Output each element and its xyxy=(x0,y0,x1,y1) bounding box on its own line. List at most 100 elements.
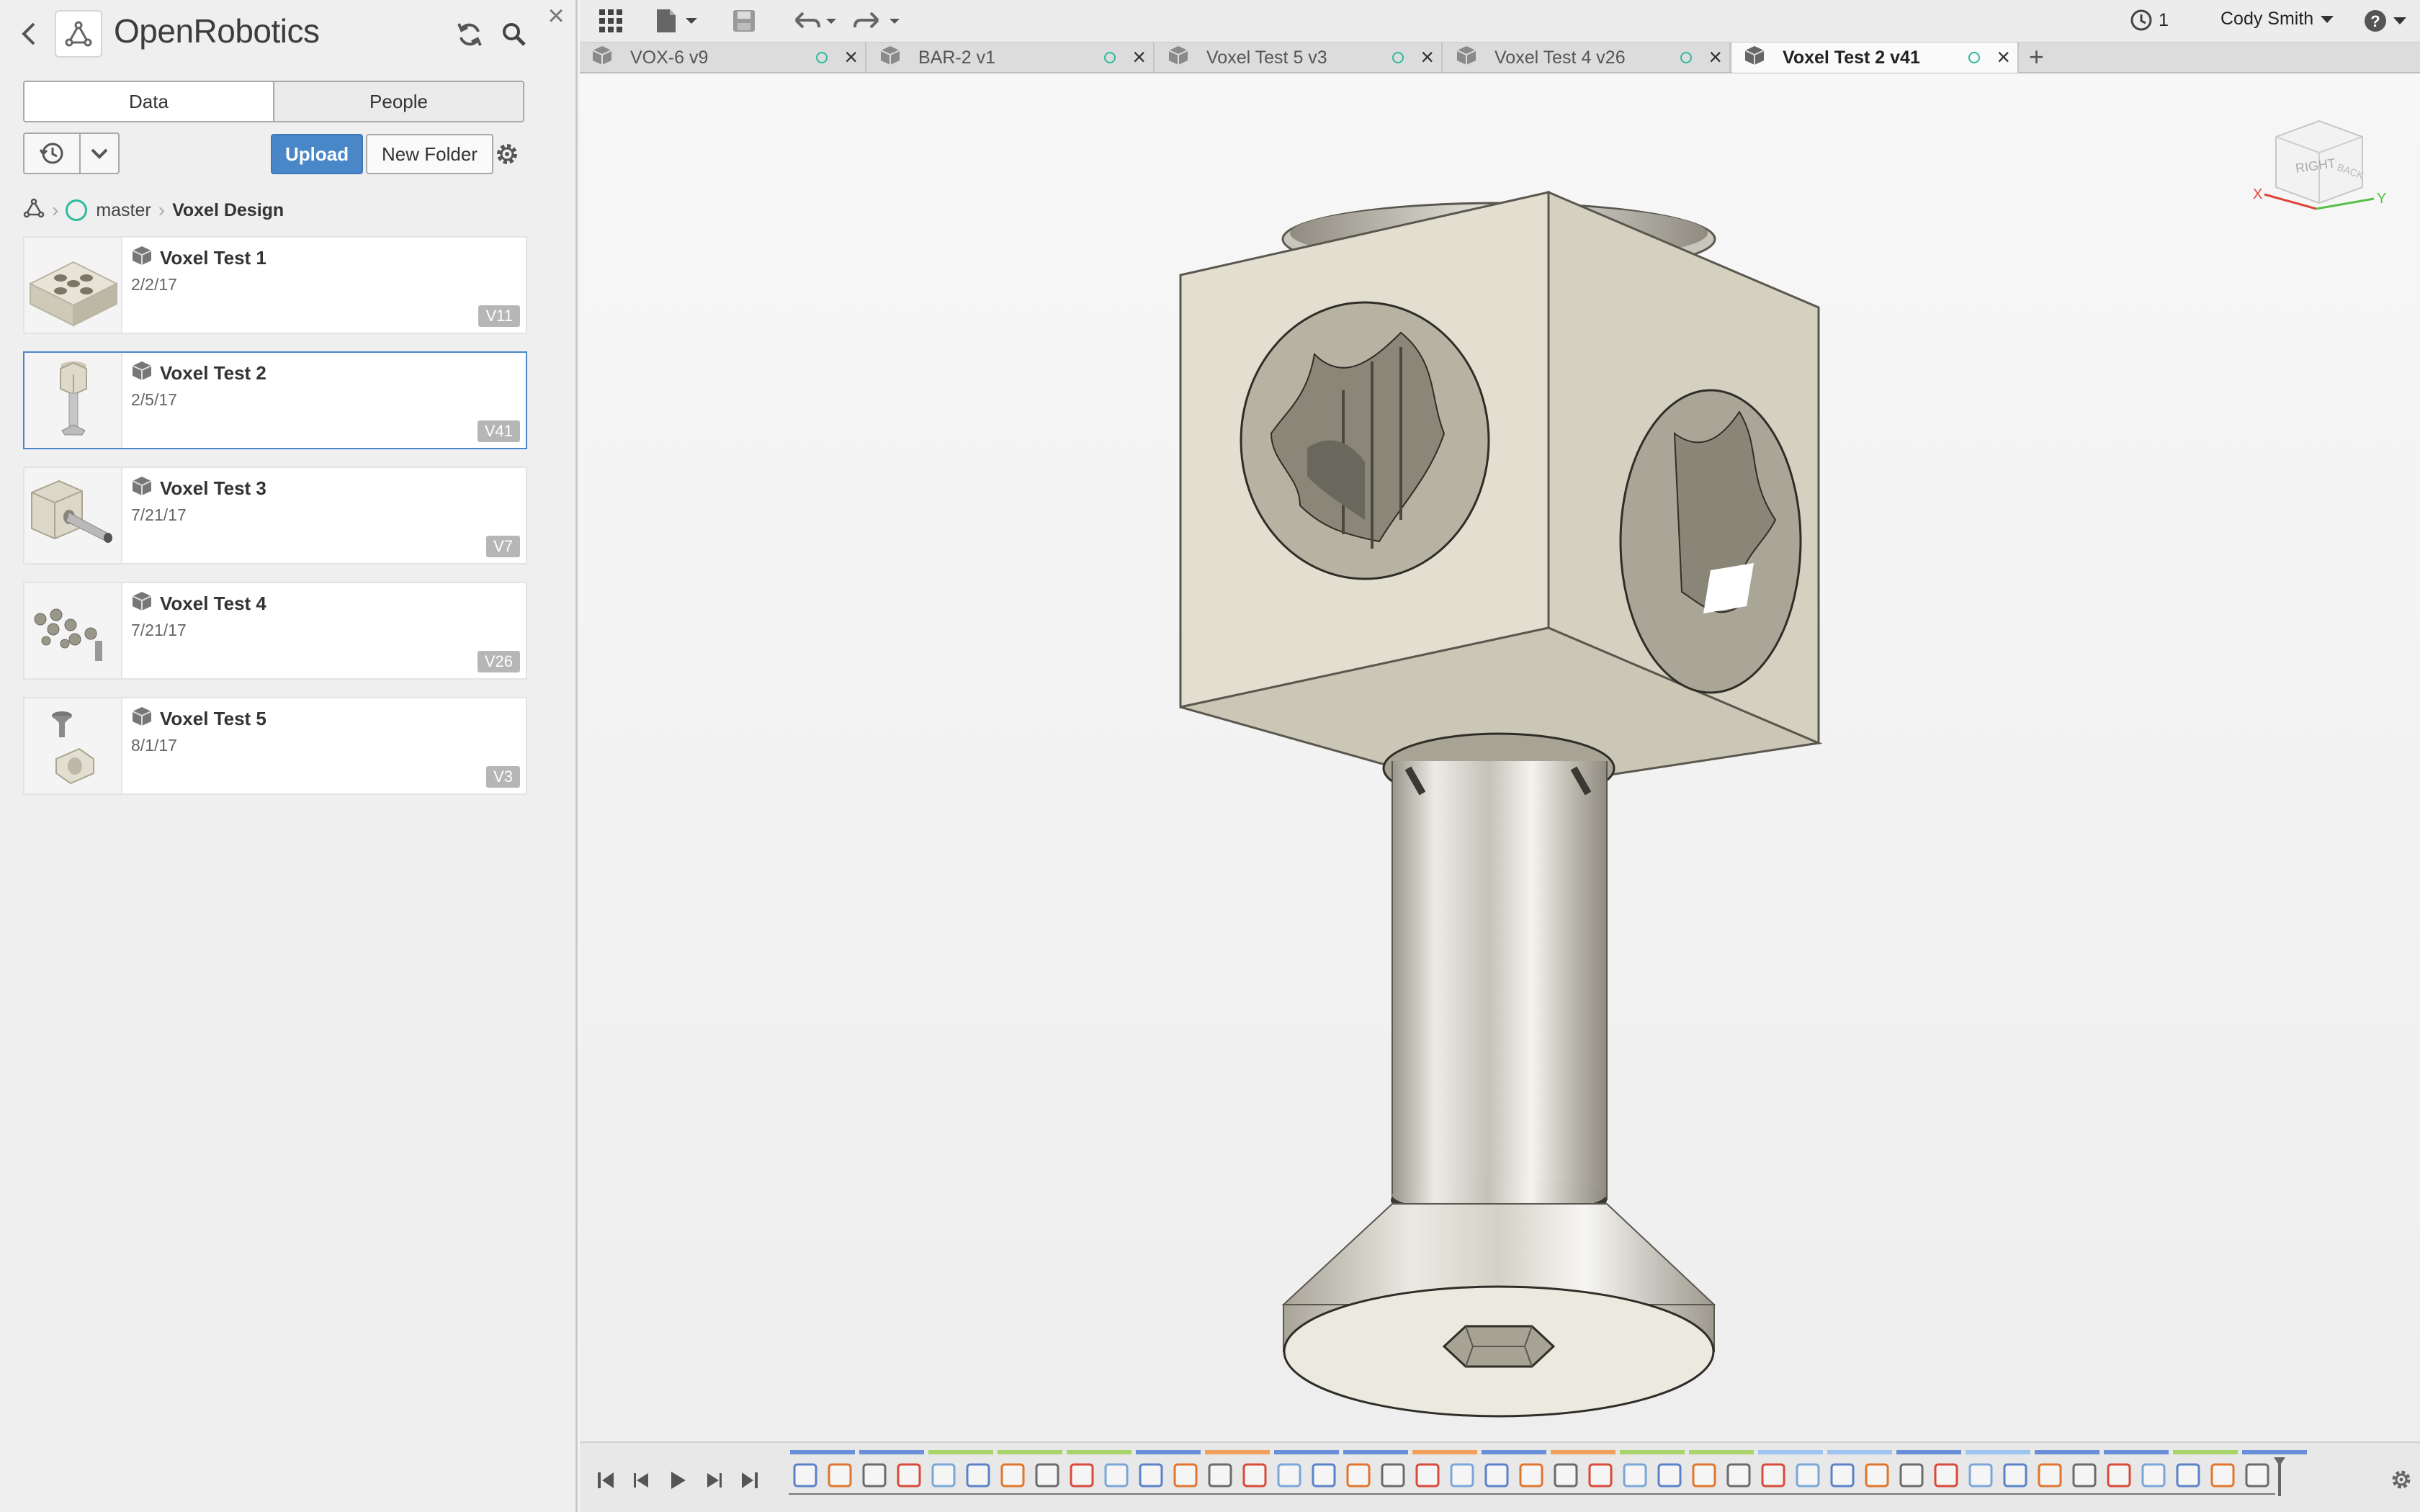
document-tab-active[interactable]: Voxel Test 2 v41 × xyxy=(1732,42,2019,73)
timeline-feature-icon[interactable] xyxy=(1657,1463,1682,1488)
design-cube-icon xyxy=(1456,45,1477,71)
timeline-feature-icon[interactable] xyxy=(1000,1463,1025,1488)
model-canvas[interactable] xyxy=(580,73,2420,1441)
timeline-feature-icon[interactable] xyxy=(862,1463,887,1488)
timeline-feature-icon[interactable] xyxy=(1277,1463,1301,1488)
tab-people[interactable]: People xyxy=(273,82,523,121)
close-tab-icon[interactable]: × xyxy=(1420,42,1434,71)
document-tab[interactable]: VOX-6 v9 × xyxy=(580,42,866,73)
timeline-feature-icon[interactable] xyxy=(1312,1463,1336,1488)
document-tab[interactable]: Voxel Test 4 v26 × xyxy=(1444,42,1731,73)
redo-icon[interactable] xyxy=(852,4,902,37)
data-panel-grid-icon[interactable] xyxy=(594,4,627,37)
timeline-feature-icon[interactable] xyxy=(1173,1463,1198,1488)
job-status[interactable]: 1 xyxy=(2130,9,2169,32)
undo-icon[interactable] xyxy=(789,4,839,37)
timeline-feature-icon[interactable] xyxy=(1726,1463,1751,1488)
timeline-feature-icon[interactable] xyxy=(2210,1463,2235,1488)
file-card[interactable]: Voxel Test 5 8/1/17 V3 xyxy=(23,697,527,795)
timeline-feature-icon[interactable] xyxy=(1484,1463,1509,1488)
breadcrumb-project[interactable]: master xyxy=(96,200,151,221)
close-tab-icon[interactable]: × xyxy=(844,42,858,71)
timeline-feature-icon[interactable] xyxy=(828,1463,852,1488)
timeline-feature-icon[interactable] xyxy=(897,1463,921,1488)
timeline-feature-icon[interactable] xyxy=(1623,1463,1647,1488)
voxel-cube-model[interactable] xyxy=(1179,190,1823,1418)
timeline-feature-icon[interactable] xyxy=(1242,1463,1267,1488)
timeline-feature-icon[interactable] xyxy=(931,1463,956,1488)
back-icon[interactable] xyxy=(14,16,43,52)
tab-data[interactable]: Data xyxy=(24,82,273,121)
upload-button[interactable]: Upload xyxy=(271,134,364,174)
hub-home-icon[interactable] xyxy=(23,198,45,223)
timeline-feature-icon[interactable] xyxy=(2141,1463,2166,1488)
go-to-end-icon[interactable] xyxy=(734,1464,766,1496)
model-viewport[interactable] xyxy=(580,73,2420,1441)
timeline-feature-icon[interactable] xyxy=(1346,1463,1371,1488)
timeline-feature-icon[interactable] xyxy=(2038,1463,2062,1488)
timeline-feature-icon[interactable] xyxy=(1415,1463,1440,1488)
timeline-feature-icon[interactable] xyxy=(793,1463,817,1488)
close-tab-icon[interactable]: × xyxy=(1132,42,1146,71)
file-menu-icon[interactable] xyxy=(652,4,702,37)
close-tab-icon[interactable]: × xyxy=(1708,42,1722,71)
sync-status-icon xyxy=(1392,52,1404,63)
timeline-feature-icon[interactable] xyxy=(2245,1463,2269,1488)
close-tab-icon[interactable]: × xyxy=(1996,42,2010,71)
timeline-marker[interactable] xyxy=(2274,1457,2285,1496)
timeline-feature-icon[interactable] xyxy=(1035,1463,1059,1488)
timeline-group-bar xyxy=(1067,1450,1131,1454)
go-to-start-icon[interactable] xyxy=(590,1464,622,1496)
file-card[interactable]: Voxel Test 4 7/21/17 V26 xyxy=(23,582,527,680)
history-dropdown-button[interactable] xyxy=(79,132,120,174)
timeline-feature-icon[interactable] xyxy=(1554,1463,1578,1488)
viewcube[interactable]: RIGHT BACK X Y xyxy=(2247,108,2391,227)
timeline-feature-icon[interactable] xyxy=(1070,1463,1094,1488)
timeline-feature-icon[interactable] xyxy=(2003,1463,2027,1488)
timeline-feature-icon[interactable] xyxy=(1381,1463,1405,1488)
step-forward-icon[interactable] xyxy=(698,1464,730,1496)
user-menu[interactable]: Cody Smith xyxy=(2220,9,2335,30)
timeline-feature-icon[interactable] xyxy=(1139,1463,1163,1488)
timeline-group-bar xyxy=(1620,1450,1685,1454)
timeline-feature-icon[interactable] xyxy=(2176,1463,2200,1488)
timeline-feature-icon[interactable] xyxy=(1692,1463,1716,1488)
history-button[interactable] xyxy=(23,132,81,174)
document-tab[interactable]: Voxel Test 5 v3 × xyxy=(1156,42,1443,73)
add-tab-icon[interactable]: + xyxy=(2029,42,2044,71)
panel-toolbar: Upload New Folder xyxy=(23,132,556,176)
timeline-group-bar xyxy=(2242,1450,2307,1454)
timeline-feature-icon[interactable] xyxy=(2107,1463,2131,1488)
timeline-feature-icon[interactable] xyxy=(1588,1463,1613,1488)
file-card[interactable]: Voxel Test 3 7/21/17 V7 xyxy=(23,467,527,564)
step-back-icon[interactable] xyxy=(626,1464,658,1496)
timeline-feature-icon[interactable] xyxy=(1968,1463,1993,1488)
refresh-icon[interactable] xyxy=(454,19,485,50)
timeline-feature-icon[interactable] xyxy=(1761,1463,1785,1488)
help-menu[interactable]: ? xyxy=(2363,9,2408,33)
play-icon[interactable] xyxy=(662,1464,694,1496)
timeline-feature-icon[interactable] xyxy=(1934,1463,1958,1488)
timeline-feature-icon[interactable] xyxy=(1104,1463,1129,1488)
timeline-settings-gear-icon[interactable] xyxy=(2389,1467,2414,1495)
timeline-group-bar xyxy=(1136,1450,1201,1454)
settings-gear-icon[interactable] xyxy=(491,138,523,170)
timeline-feature-icon[interactable] xyxy=(1899,1463,1924,1488)
timeline-feature-icon[interactable] xyxy=(1865,1463,1889,1488)
timeline-feature-icon[interactable] xyxy=(1450,1463,1474,1488)
project-status-icon xyxy=(66,199,88,221)
timeline-feature-icon[interactable] xyxy=(1208,1463,1232,1488)
close-panel-icon[interactable]: × xyxy=(543,1,569,30)
file-card[interactable]: Voxel Test 1 2/2/17 V11 xyxy=(23,236,527,334)
timeline-feature-icon[interactable] xyxy=(2072,1463,2097,1488)
timeline-features[interactable] xyxy=(783,1449,2353,1506)
save-icon[interactable] xyxy=(730,4,758,37)
timeline-feature-icon[interactable] xyxy=(1519,1463,1543,1488)
timeline-feature-icon[interactable] xyxy=(1830,1463,1855,1488)
new-folder-button[interactable]: New Folder xyxy=(366,134,493,174)
timeline-feature-icon[interactable] xyxy=(966,1463,990,1488)
file-card-selected[interactable]: Voxel Test 2 2/5/17 V41 xyxy=(23,351,527,449)
timeline-feature-icon[interactable] xyxy=(1796,1463,1820,1488)
search-icon[interactable] xyxy=(498,19,530,50)
document-tab[interactable]: BAR-2 v1 × xyxy=(868,42,1155,73)
